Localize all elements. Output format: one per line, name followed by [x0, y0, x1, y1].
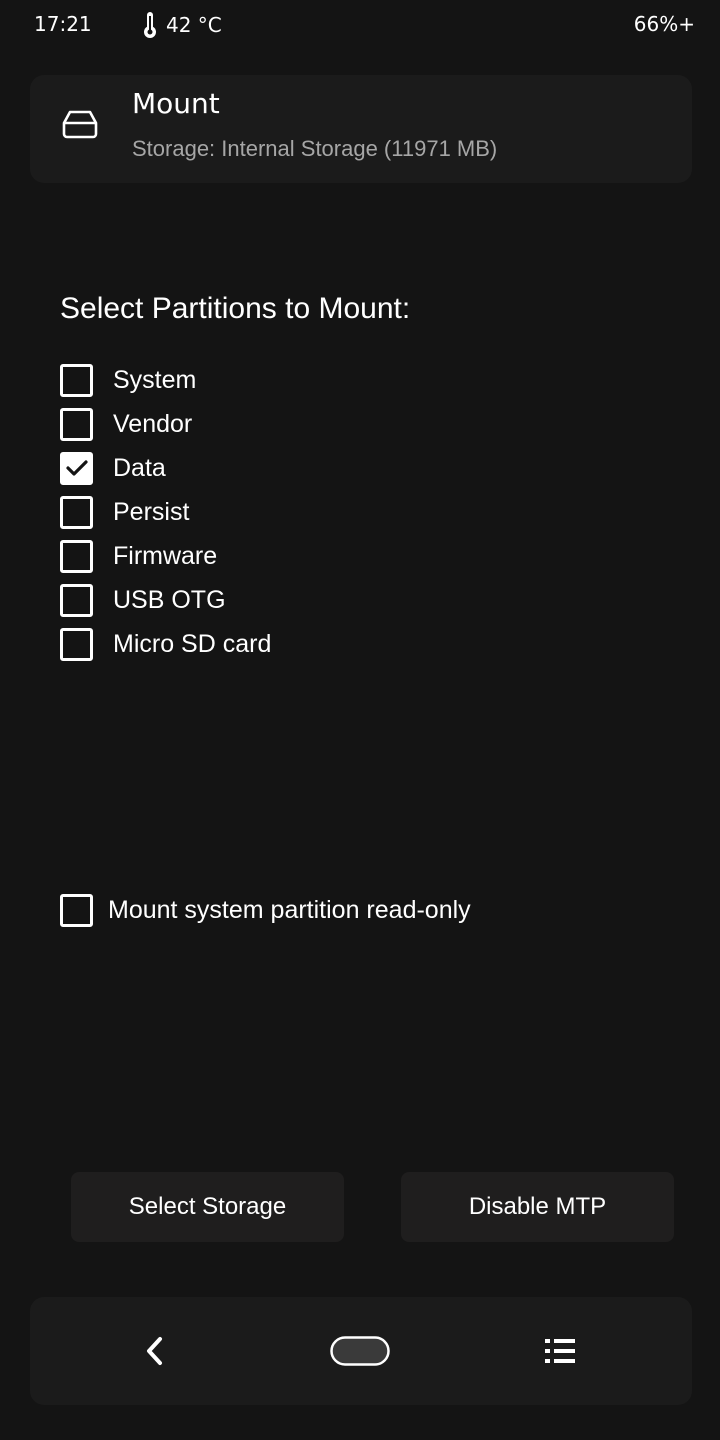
partition-firmware[interactable]: Firmware	[60, 534, 580, 578]
readonly-option[interactable]: Mount system partition read-only	[60, 888, 471, 932]
partition-micro-sd[interactable]: Micro SD card	[60, 622, 580, 666]
disable-mtp-button[interactable]: Disable MTP	[401, 1172, 674, 1242]
list-menu-icon	[545, 1339, 575, 1363]
home-pill-icon	[330, 1336, 390, 1366]
checkbox[interactable]	[60, 539, 93, 573]
battery-level: 66%+	[633, 12, 695, 36]
home-button[interactable]	[325, 1297, 395, 1405]
checkmark-icon	[65, 460, 88, 476]
menu-button[interactable]	[525, 1297, 595, 1405]
page-title: Mount	[132, 87, 220, 120]
back-button[interactable]	[120, 1297, 190, 1405]
checkbox[interactable]	[60, 407, 93, 441]
partition-label: USB OTG	[113, 585, 226, 614]
checkbox[interactable]	[60, 495, 93, 529]
navigation-bar	[30, 1297, 692, 1405]
storage-subtitle: Storage: Internal Storage (11971 MB)	[132, 136, 498, 161]
status-temperature: 42 °C	[142, 11, 222, 39]
header-card: Mount Storage: Internal Storage (11971 M…	[30, 75, 692, 183]
readonly-label: Mount system partition read-only	[108, 895, 471, 924]
checkbox[interactable]	[60, 363, 93, 397]
thermometer-icon	[144, 12, 156, 38]
partition-usb-otg[interactable]: USB OTG	[60, 578, 580, 622]
checkbox[interactable]	[60, 583, 93, 617]
partition-list: System Vendor Data Persist Firmware USB …	[60, 358, 580, 666]
drive-icon	[62, 110, 98, 139]
partition-label: Firmware	[113, 541, 218, 570]
temperature-value: 42 °C	[166, 13, 222, 37]
partition-data[interactable]: Data	[60, 446, 580, 490]
partition-label: Persist	[113, 497, 190, 526]
partition-persist[interactable]: Persist	[60, 490, 580, 534]
partitions-heading: Select Partitions to Mount:	[60, 292, 411, 325]
mount-screen: 17:21 42 °C 66%+ Mount Storage: Internal…	[0, 0, 720, 1440]
chevron-left-icon	[147, 1337, 162, 1365]
checkbox[interactable]	[60, 451, 93, 485]
status-bar: 17:21 42 °C 66%+	[0, 0, 720, 48]
status-time: 17:21	[34, 12, 92, 36]
partition-label: Micro SD card	[113, 629, 272, 658]
partition-vendor[interactable]: Vendor	[60, 402, 580, 446]
partition-system[interactable]: System	[60, 358, 580, 402]
readonly-checkbox[interactable]	[60, 893, 93, 927]
partition-label: System	[113, 365, 197, 394]
partition-label: Data	[113, 453, 166, 482]
partition-label: Vendor	[113, 409, 193, 438]
select-storage-button[interactable]: Select Storage	[71, 1172, 344, 1242]
checkbox[interactable]	[60, 627, 93, 661]
